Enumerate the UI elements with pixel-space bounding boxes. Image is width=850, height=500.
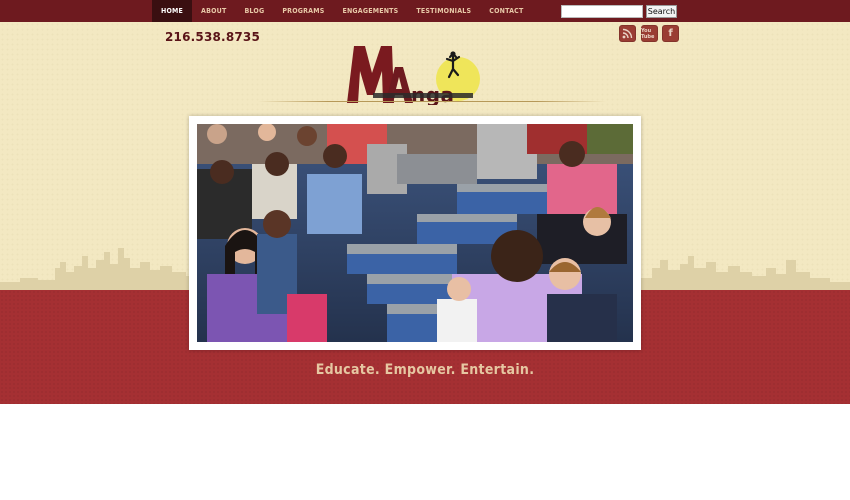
youtube-icon[interactable]: You Tube [641, 25, 658, 42]
facebook-label: f [668, 28, 673, 39]
hero-photo-frame [189, 116, 641, 350]
search-button[interactable]: Search [646, 5, 677, 18]
facebook-icon[interactable]: f [662, 25, 679, 42]
main-nav: HOME ABOUT BLOG PROGRAMS ENGAGEMENTS TES… [152, 0, 532, 22]
nav-item-blog[interactable]: BLOG [235, 0, 273, 22]
youtube-label: You Tube [641, 27, 655, 40]
nav-item-programs[interactable]: PROGRAMS [273, 0, 333, 22]
nav-item-contact[interactable]: CONTACT [480, 0, 532, 22]
tagline: Educate. Empower. Entertain. [315, 362, 535, 378]
phone-number: 216.538.8735 [165, 30, 261, 44]
page-footer [0, 404, 850, 500]
top-nav-bar: HOME ABOUT BLOG PROGRAMS ENGAGEMENTS TES… [0, 0, 850, 22]
nav-item-about[interactable]: ABOUT [192, 0, 235, 22]
nav-item-testimonials[interactable]: TESTIMONIALS [407, 0, 480, 22]
logo-graphic: nga [347, 46, 480, 107]
hero-photo [197, 124, 633, 342]
nav-item-home[interactable]: HOME [152, 0, 192, 22]
site-logo[interactable]: nga [345, 43, 485, 107]
nav-item-engagements[interactable]: ENGAGEMENTS [333, 0, 407, 22]
search-input[interactable] [561, 5, 643, 18]
rss-icon[interactable] [619, 25, 636, 42]
hero-photo-image [197, 124, 633, 342]
logo-divider [258, 101, 606, 102]
rss-icon-glyph [622, 28, 633, 39]
